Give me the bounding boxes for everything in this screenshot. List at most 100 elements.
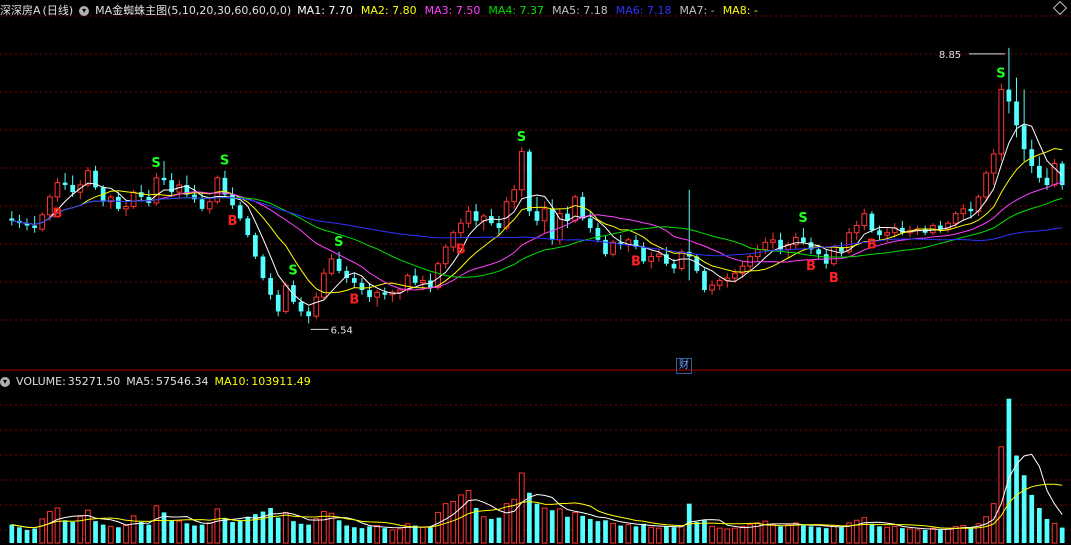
candle-body [367, 289, 372, 298]
volume-bar [709, 525, 715, 544]
candle-body [587, 218, 593, 228]
volume-bar [47, 511, 53, 544]
volume-bar [732, 527, 738, 544]
candle-body [237, 205, 243, 219]
buy-signal: B [349, 293, 359, 308]
candle-body [869, 213, 875, 231]
volume-bar [861, 517, 868, 544]
volume-bar [618, 525, 624, 543]
volume-bar [678, 525, 685, 544]
volume-bar [884, 526, 890, 544]
candle-body [801, 237, 806, 243]
candle-body [648, 256, 655, 262]
sell-signal: S [334, 235, 343, 250]
candle-body [527, 151, 532, 212]
volume-bar [1006, 398, 1012, 543]
ma-value-8: MA8: - [722, 4, 758, 17]
volume-bar [1014, 455, 1019, 543]
candle-body [298, 301, 304, 312]
candle-body [192, 194, 197, 200]
candle-body [230, 194, 235, 206]
volume-bar [816, 527, 821, 543]
candle-body [762, 241, 769, 250]
volume-bar [107, 525, 114, 544]
candle-body [968, 208, 974, 212]
volume-bar [580, 515, 586, 543]
candle-body [960, 208, 967, 215]
chart-window: 8.85 6.54 B S S B S S B B S B S B B B S 深深房A (日线) ▾ MA金蜘… [0, 0, 1071, 545]
candle-body [130, 191, 137, 207]
candle-body [199, 199, 205, 209]
volume-bar [998, 446, 1005, 544]
candle-body [702, 270, 707, 290]
sell-signal: S [798, 211, 807, 226]
volume-bar [17, 527, 22, 543]
volume-bar [275, 517, 281, 543]
volume-bar [739, 525, 746, 544]
volume-bar [556, 508, 563, 544]
ma-value-3: MA3: 7.50 [424, 4, 481, 17]
sell-signal: S [151, 156, 160, 171]
buy-signal: B [829, 271, 839, 286]
volume-bar [9, 524, 15, 543]
volume-bar [1051, 522, 1058, 544]
ma-value-5: MA5: 7.18 [552, 4, 608, 17]
candlestick-chart[interactable]: 8.856.54BS SBSSBBSBSBBBS [0, 0, 1071, 545]
candle-body [877, 230, 882, 236]
volume-bar [907, 528, 913, 544]
candle-body [328, 258, 335, 274]
volume-bar [397, 528, 403, 544]
volume-bar [480, 516, 487, 544]
volume-bar [116, 527, 121, 543]
volume-ma5-label: MA5: [126, 375, 155, 388]
volume-bar [1029, 494, 1035, 543]
candle-body [351, 278, 357, 283]
volume-bar [389, 529, 396, 544]
volume-bar [808, 526, 814, 543]
volume-bar [610, 522, 616, 544]
candle-body [1021, 125, 1027, 150]
candle-body [641, 247, 646, 262]
volume-bar [39, 518, 46, 544]
candle-body [549, 208, 555, 240]
volume-bar [268, 508, 273, 543]
volume-bar [214, 508, 221, 544]
volume-bar [716, 527, 723, 544]
volume-bar [801, 525, 806, 543]
chevron-down-icon[interactable]: ▾ [79, 6, 90, 16]
finance-badge[interactable]: 财 [676, 358, 692, 374]
candle-body [1006, 89, 1012, 102]
candle-body [282, 284, 289, 312]
volume-bar [176, 520, 183, 544]
volume-bar [549, 510, 555, 543]
sell-signal: S [517, 130, 526, 145]
chevron-down-icon[interactable]: ▾ [0, 377, 10, 387]
candle-body [245, 218, 251, 236]
candle-body [275, 294, 281, 312]
candle-body [503, 201, 510, 229]
volume-bar [527, 492, 532, 543]
volume-bar [138, 522, 144, 543]
volume-bar [785, 524, 792, 544]
volume-bar [382, 528, 388, 543]
candle-body [998, 89, 1005, 155]
volume-bar [778, 526, 783, 543]
volume-value: 35271.50 [67, 375, 121, 388]
volume-bar [792, 522, 799, 544]
sell-signal: S [288, 263, 297, 278]
volume-bar [344, 525, 350, 543]
volume-bar [655, 527, 662, 544]
buy-signal: B [228, 214, 238, 229]
candle-body [671, 263, 677, 269]
candle-body [518, 151, 525, 191]
volume-bar [664, 526, 669, 543]
volume-bar [587, 518, 593, 543]
volume-bar [291, 521, 296, 543]
volume-bar [435, 511, 441, 544]
indicator-name[interactable]: MA金蜘蛛主图(5,10,20,30,60,60,0,0) [95, 2, 291, 20]
sell-signal: S [220, 154, 229, 169]
volume-bar [877, 526, 882, 543]
candle-body [830, 246, 837, 265]
candle-body [983, 172, 989, 198]
volume-bar [724, 528, 731, 544]
